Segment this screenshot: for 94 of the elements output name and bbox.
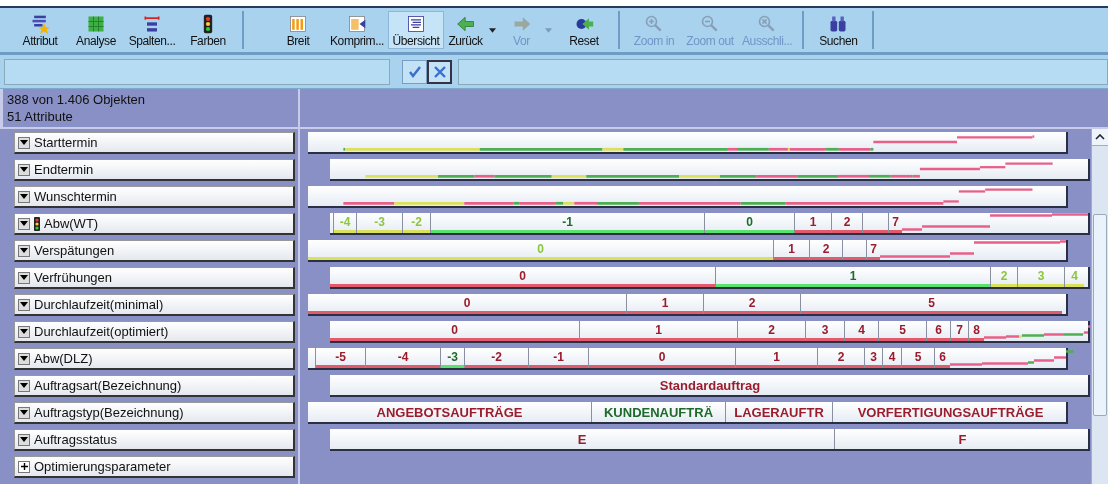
segment-label[interactable]: ANGEBOTSAUFTRÄGE bbox=[376, 404, 523, 422]
segment-label[interactable]: Standardauftrag bbox=[659, 377, 761, 395]
attribute-button[interactable]: Abw(DLZ) bbox=[14, 348, 295, 370]
segment-label[interactable]: -2 bbox=[491, 350, 502, 365]
dropdown-icon[interactable] bbox=[18, 136, 30, 149]
document-lines-icon bbox=[405, 14, 427, 34]
attribute-button[interactable]: Verfrühungen bbox=[14, 267, 295, 289]
bar-chart-icon bbox=[287, 14, 309, 34]
compress-icon bbox=[346, 14, 368, 34]
toolbar-button[interactable]: Breit bbox=[270, 11, 326, 49]
scrollbar-thumb[interactable] bbox=[1093, 214, 1107, 416]
toolbar-button[interactable]: Reset bbox=[556, 11, 612, 49]
segment-label[interactable]: 5 bbox=[928, 296, 935, 311]
toolbar-button[interactable]: Komprim... bbox=[326, 11, 388, 49]
segment-label[interactable]: VORFERTIGUNGSAUFTRÄGE bbox=[857, 404, 1044, 422]
segment-label[interactable]: 1 bbox=[788, 242, 795, 257]
segment-label[interactable]: 8 bbox=[973, 323, 980, 338]
scrollbar[interactable] bbox=[1091, 129, 1108, 484]
filter-field[interactable] bbox=[4, 58, 390, 85]
attribute-button[interactable]: Starttermin bbox=[14, 132, 295, 154]
toolbar-button[interactable]: Spalten... bbox=[124, 11, 180, 49]
scroll-up-button[interactable] bbox=[1092, 129, 1108, 146]
segment-label[interactable]: 1 bbox=[655, 323, 662, 338]
toolbar-button[interactable]: Suchen bbox=[810, 11, 867, 49]
segment-label[interactable]: -3 bbox=[447, 350, 458, 365]
dropdown-icon[interactable] bbox=[18, 352, 30, 365]
segment-label[interactable]: 0 bbox=[519, 269, 526, 284]
dropdown-icon[interactable] bbox=[18, 271, 30, 284]
segment-label[interactable]: 7 bbox=[870, 242, 877, 257]
toolbar-button[interactable]: Farben bbox=[180, 11, 236, 49]
segment-label[interactable]: E bbox=[577, 431, 587, 449]
segment-label[interactable]: -1 bbox=[562, 215, 573, 230]
dropdown-icon[interactable] bbox=[18, 244, 30, 257]
toolbar-button[interactable]: Attribut bbox=[12, 11, 68, 49]
attribute-button[interactable]: Optimierungsparameter bbox=[14, 456, 295, 478]
attribute-button[interactable]: Abw(WT) bbox=[14, 213, 295, 235]
segment-label[interactable]: 1 bbox=[661, 296, 669, 311]
toolbar-button[interactable]: Übersicht bbox=[388, 11, 444, 49]
dropdown-icon[interactable] bbox=[18, 433, 30, 446]
segment-label[interactable]: 7 bbox=[956, 323, 963, 338]
attribute-button[interactable]: Auftragsart(Bezeichnung) bbox=[14, 375, 295, 397]
dropdown-icon[interactable] bbox=[18, 190, 30, 203]
dropdown-icon[interactable] bbox=[18, 379, 30, 392]
attribute-button[interactable]: Durchlaufzeit(optimiert) bbox=[14, 321, 295, 343]
check-icon bbox=[407, 64, 422, 79]
segment-label[interactable]: LAGERAUFTR bbox=[734, 404, 824, 422]
attribute-button[interactable]: Auftragsstatus bbox=[14, 429, 295, 451]
attribute-button[interactable]: Auftragstyp(Bezeichnung) bbox=[14, 402, 295, 424]
segment-label[interactable]: 2 bbox=[822, 242, 830, 257]
segment-label[interactable]: 2 bbox=[837, 350, 845, 365]
segment-label[interactable]: 1 bbox=[773, 350, 780, 365]
segment-label[interactable]: -4 bbox=[397, 350, 409, 365]
segment-label[interactable]: 6 bbox=[935, 323, 942, 338]
cancel-button[interactable] bbox=[427, 59, 452, 84]
caret-icon[interactable] bbox=[489, 28, 496, 33]
attribute-count: 51 Attribute bbox=[7, 108, 74, 125]
segment-label[interactable]: -1 bbox=[553, 350, 564, 365]
left-arrow-icon bbox=[454, 14, 477, 34]
segment-label[interactable]: 4 bbox=[858, 323, 865, 338]
expand-icon[interactable] bbox=[18, 460, 30, 473]
segment-label[interactable]: 2 bbox=[748, 296, 756, 311]
segment-label[interactable]: 1 bbox=[809, 215, 817, 230]
dropdown-icon[interactable] bbox=[18, 298, 30, 311]
segment-label[interactable]: 7 bbox=[892, 215, 899, 230]
attribute-button[interactable]: Durchlaufzeit(minimal) bbox=[14, 294, 295, 316]
segment-label[interactable]: 4 bbox=[888, 350, 896, 365]
toolbar-button[interactable]: Zurück bbox=[444, 11, 500, 49]
dropdown-icon[interactable] bbox=[18, 325, 30, 338]
segment-label[interactable]: 5 bbox=[899, 323, 906, 338]
segment-label[interactable]: 3 bbox=[870, 350, 877, 365]
segment-label[interactable]: 0 bbox=[451, 323, 458, 338]
segment-label[interactable]: 2 bbox=[843, 215, 851, 230]
dropdown-icon[interactable] bbox=[18, 406, 30, 419]
segment-label[interactable]: 1 bbox=[849, 269, 857, 284]
segment-label[interactable]: 0 bbox=[658, 350, 666, 365]
attribute-button[interactable]: Endtermin bbox=[14, 159, 295, 181]
dropdown-icon[interactable] bbox=[18, 163, 30, 176]
dropdown-icon[interactable] bbox=[18, 217, 30, 230]
segment-label[interactable]: 2 bbox=[768, 323, 775, 338]
segment-label[interactable]: 0 bbox=[746, 215, 753, 230]
segment-label[interactable]: 3 bbox=[821, 323, 829, 338]
toolbar-button[interactable]: Analyse bbox=[68, 11, 124, 49]
object-count: 388 von 1.406 Objekten bbox=[7, 91, 147, 108]
segment-label[interactable]: 0 bbox=[463, 296, 471, 311]
segment-label[interactable]: 6 bbox=[939, 350, 946, 365]
attribute-button[interactable]: Wunschtermin bbox=[14, 186, 295, 208]
segment-label[interactable]: KUNDENAUFTRÄ bbox=[603, 404, 713, 422]
segment-label[interactable]: F bbox=[958, 431, 967, 449]
segment-label[interactable]: -5 bbox=[335, 350, 346, 365]
filter-value-field[interactable] bbox=[458, 58, 1108, 85]
segment-label[interactable]: 5 bbox=[914, 350, 922, 365]
apply-button[interactable] bbox=[402, 59, 427, 84]
attribute-button[interactable]: Verspätungen bbox=[14, 240, 295, 262]
close-icon bbox=[432, 64, 447, 79]
